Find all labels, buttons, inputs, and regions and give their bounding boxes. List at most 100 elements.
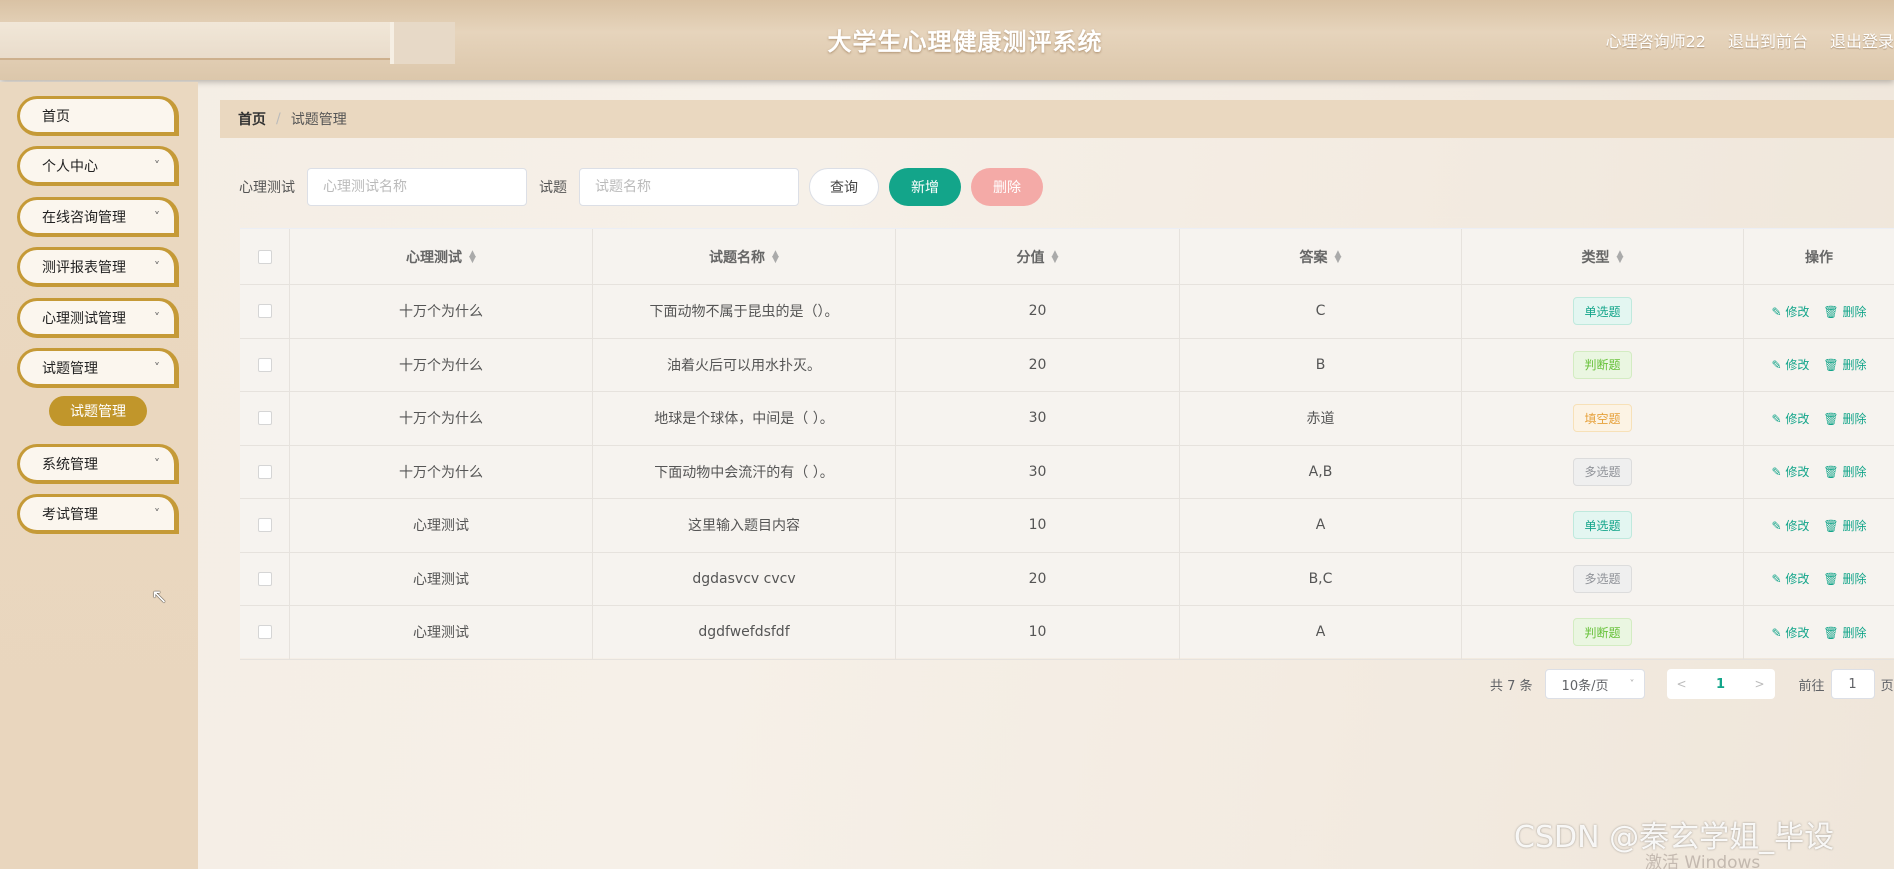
sidebar-item-home[interactable]: 首页 [17, 96, 179, 136]
table-cell: dgdasvcv cvcv [593, 552, 896, 605]
table-cell: 下面动物不属于昆虫的是（）。 [593, 285, 896, 338]
cell-test: 十万个为什么 [399, 304, 483, 321]
logout-link[interactable]: 退出登录 [1830, 28, 1894, 52]
page-size-select[interactable]: 10条/页 ˅ [1544, 669, 1645, 699]
row-checkbox[interactable] [257, 304, 272, 319]
test-name-input[interactable] [307, 168, 527, 206]
sidebar-item-question[interactable]: 试题管理 ˅ [17, 348, 179, 388]
goto-page-input[interactable]: 1 [1830, 669, 1875, 699]
type-badge: 单选题 [1573, 511, 1632, 540]
current-page[interactable]: 1 [1716, 677, 1725, 692]
edit-button[interactable]: ✎ 修改 [1772, 463, 1810, 480]
column-header-answer[interactable]: 答案 ▲ ▼ [1180, 229, 1462, 284]
cell-question: 油着火后可以用水扑灭。 [667, 357, 821, 374]
chevron-down-icon: ˅ [154, 260, 160, 274]
sort-icon[interactable]: ▲ ▼ [1052, 249, 1059, 264]
pagination: 共 7 条 10条/页 ˅ < 1 > 前往 1 页 [1490, 669, 1894, 699]
edit-button[interactable]: ✎ 修改 [1772, 517, 1810, 534]
table-cell: 30 [896, 392, 1180, 445]
delete-button[interactable]: 🗑 删除 [1823, 517, 1866, 534]
batch-delete-button[interactable]: 删除 [971, 168, 1043, 206]
add-button[interactable]: 新增 [889, 168, 961, 206]
table-cell: ✎ 修改 🗑 删除 [1744, 553, 1894, 606]
table-header-row: 心理测试 ▲ ▼ 试题名称 ▲ ▼ 分值 ▲ ▼ 答案 ▲ ▼ 类型 ▲ ▼ 操作 [240, 229, 1894, 285]
column-header-question[interactable]: 试题名称 ▲ ▼ [593, 229, 896, 284]
row-checkbox[interactable] [257, 357, 272, 372]
page-jumper: 前往 1 页 [1799, 669, 1894, 699]
table-cell [240, 285, 290, 338]
back-to-front-link[interactable]: 退出到前台 [1728, 28, 1808, 52]
sidebar-item-label: 测评报表管理 [42, 259, 126, 276]
select-all-checkbox[interactable] [257, 249, 272, 264]
search-bar: 心理测试 试题 查询 新增 删除 [239, 168, 1043, 206]
delete-button[interactable]: 🗑 删除 [1823, 356, 1866, 373]
header-actions: 心理咨询师22 退出到前台 退出登录 [1606, 28, 1894, 52]
table-cell: 心理测试 [290, 552, 593, 605]
edit-button[interactable]: ✎ 修改 [1772, 624, 1810, 641]
table-cell: 判断题 [1462, 606, 1744, 659]
query-button[interactable]: 查询 [809, 168, 879, 206]
column-header-label: 分值 [1016, 249, 1045, 266]
select-all-cell [240, 229, 290, 284]
table-cell: 10 [896, 499, 1180, 552]
delete-button[interactable]: 🗑 删除 [1823, 463, 1866, 480]
table-cell: 这里输入题目内容 [593, 499, 896, 552]
column-header-label: 试题名称 [709, 249, 766, 266]
type-badge: 填空题 [1573, 404, 1632, 433]
edit-button[interactable]: ✎ 修改 [1772, 356, 1810, 373]
table-cell: ✎ 修改 🗑 删除 [1744, 285, 1894, 338]
cell-score: 10 [1028, 517, 1047, 534]
sidebar-item-online-consult[interactable]: 在线咨询管理 ˅ [17, 197, 179, 237]
next-page-icon[interactable]: > [1754, 677, 1764, 691]
row-checkbox[interactable] [257, 464, 272, 479]
edit-button[interactable]: ✎ 修改 [1772, 303, 1810, 320]
table-row: 十万个为什么 地球是个球体，中间是（ ）。 30 赤道 填空题 ✎ 修改 🗑 删除 [240, 392, 1894, 446]
sort-icon[interactable]: ▲ ▼ [1335, 249, 1342, 264]
column-header-test[interactable]: 心理测试 ▲ ▼ [290, 229, 593, 284]
sidebar-item-psych-test[interactable]: 心理测试管理 ˅ [17, 298, 179, 338]
cell-question: dgdfwefdsfdf [698, 624, 790, 641]
sidebar-subitem-question-manage[interactable]: 试题管理 [49, 396, 147, 426]
table-cell: 20 [896, 285, 1180, 338]
table-cell: 心理测试 [290, 606, 593, 659]
delete-button[interactable]: 🗑 删除 [1823, 570, 1866, 587]
cell-test: 心理测试 [413, 518, 469, 535]
cell-score: 30 [1028, 410, 1047, 427]
column-header-type[interactable]: 类型 ▲ ▼ [1462, 229, 1744, 284]
sidebar-item-exam[interactable]: 考试管理 ˅ [17, 494, 179, 534]
sort-icon[interactable]: ▲ ▼ [772, 249, 779, 264]
sort-icon[interactable]: ▲ ▼ [469, 249, 476, 264]
table-cell: 多选题 [1462, 445, 1744, 498]
row-checkbox[interactable] [257, 625, 272, 640]
type-badge: 判断题 [1573, 618, 1632, 647]
row-checkbox[interactable] [257, 571, 272, 586]
table-row: 心理测试 这里输入题目内容 10 A 单选题 ✎ 修改 🗑 删除 [240, 499, 1894, 553]
row-actions: ✎ 修改 🗑 删除 [1772, 570, 1867, 587]
windows-activation-watermark: 激活 Windows [1645, 853, 1761, 869]
sort-icon[interactable]: ▲ ▼ [1617, 249, 1624, 264]
chevron-down-icon: ˅ [154, 457, 160, 471]
edit-button[interactable]: ✎ 修改 [1772, 570, 1810, 587]
row-checkbox[interactable] [257, 518, 272, 533]
test-filter-label: 心理测试 [239, 180, 295, 196]
table-cell [240, 499, 290, 552]
sidebar-item-personal-center[interactable]: 个人中心 ˅ [17, 146, 179, 186]
chevron-down-icon: ˅ [154, 311, 160, 325]
sidebar-item-system[interactable]: 系统管理 ˅ [17, 444, 179, 484]
table-cell: 赤道 [1180, 392, 1462, 445]
edit-button[interactable]: ✎ 修改 [1772, 410, 1810, 427]
breadcrumb-home[interactable]: 首页 [238, 109, 266, 129]
delete-button[interactable]: 🗑 删除 [1823, 303, 1866, 320]
table-cell: 下面动物中会流汗的有（ ）。 [593, 445, 896, 498]
prev-page-icon[interactable]: < [1677, 677, 1687, 691]
row-checkbox[interactable] [257, 411, 272, 426]
question-name-input[interactable] [579, 168, 799, 206]
current-user[interactable]: 心理咨询师22 [1606, 28, 1706, 52]
table-cell: C [1180, 285, 1462, 338]
delete-button[interactable]: 🗑 删除 [1823, 624, 1866, 641]
delete-button[interactable]: 🗑 删除 [1823, 410, 1866, 427]
column-header-score[interactable]: 分值 ▲ ▼ [896, 229, 1180, 284]
table-cell: dgdfwefdsfdf [593, 606, 896, 659]
sidebar-item-report[interactable]: 测评报表管理 ˅ [17, 247, 179, 287]
row-actions: ✎ 修改 🗑 删除 [1772, 463, 1867, 480]
